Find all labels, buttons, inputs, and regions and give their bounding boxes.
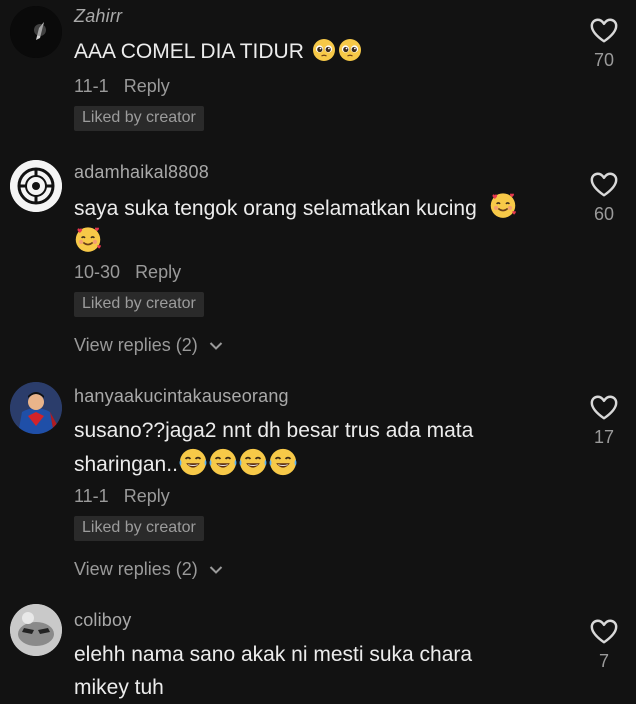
smiling-face-with-hearts-emoji	[74, 225, 102, 253]
avatar[interactable]	[10, 160, 62, 212]
liked-by-creator-badge: Liked by creator	[74, 106, 204, 131]
like-count: 60	[593, 204, 615, 224]
like-count: 7	[598, 651, 609, 671]
comment-text: elehh nama sano akak ni mesti suka chara…	[74, 638, 554, 704]
like-column: 7	[574, 617, 634, 672]
comment-text-body: saya suka tengok orang selamatkan kucing	[74, 197, 477, 220]
heart-icon[interactable]	[589, 170, 619, 200]
heart-icon[interactable]	[589, 16, 619, 46]
chevron-down-icon	[209, 342, 222, 351]
comment-text-line1: elehh nama sano akak ni mesti suka chara	[74, 643, 473, 666]
tears-of-joy-emoji	[178, 447, 208, 477]
liked-by-creator-badge: Liked by creator	[74, 516, 204, 541]
comment-date: 11-1	[74, 486, 109, 506]
like-column: 17	[574, 393, 634, 448]
comment-date: 11-1	[74, 76, 109, 96]
comment-text: susano??jaga2 nnt dh besar trus ada mata…	[74, 414, 554, 481]
smiling-face-with-hearts-emoji	[489, 191, 517, 219]
view-replies-label: View replies (2)	[74, 335, 198, 355]
pleading-face-emoji	[312, 38, 336, 62]
tears-of-joy-emoji	[238, 447, 268, 477]
avatar[interactable]	[10, 382, 62, 434]
like-count: 17	[593, 427, 615, 447]
username[interactable]: Zahirr	[74, 6, 122, 27]
avatar[interactable]	[10, 6, 62, 58]
username[interactable]: adamhaikal8808	[74, 162, 209, 183]
comment-text-line1: susano??jaga2 nnt dh besar trus ada mata	[74, 419, 474, 442]
username[interactable]: hanyaakucintakauseorang	[74, 386, 289, 407]
comment-meta: 10-30 Reply	[74, 262, 181, 283]
reply-button[interactable]: Reply	[124, 76, 170, 96]
comment-text-line2: mikey tuh	[74, 676, 164, 699]
tears-of-joy-emoji	[268, 447, 298, 477]
view-replies-label: View replies (2)	[74, 559, 198, 579]
reply-button[interactable]: Reply	[135, 262, 181, 282]
comment-text: AAA COMEL DIA TIDUR	[74, 35, 554, 68]
like-column: 70	[574, 16, 634, 71]
comment-text-line2: sharingan..	[74, 453, 178, 476]
comment-text-body: AAA COMEL DIA TIDUR	[74, 40, 304, 63]
avatar[interactable]	[10, 604, 62, 656]
liked-by-creator-badge: Liked by creator	[74, 292, 204, 317]
comment-meta: 11-1 Reply	[74, 76, 170, 97]
comment-date: 10-30	[74, 262, 121, 282]
pleading-face-emoji	[338, 38, 362, 62]
like-column: 60	[574, 170, 634, 225]
comment-meta: 11-1 Reply	[74, 486, 170, 507]
like-count: 70	[593, 50, 615, 70]
view-replies-button[interactable]: View replies (2)	[74, 335, 223, 356]
view-replies-button[interactable]: View replies (2)	[74, 559, 223, 580]
username[interactable]: coliboy	[74, 610, 131, 631]
heart-icon[interactable]	[589, 617, 619, 647]
chevron-down-icon	[209, 566, 222, 575]
reply-button[interactable]: Reply	[124, 486, 170, 506]
comment-text: saya suka tengok orang selamatkan kucing	[74, 191, 554, 259]
heart-icon[interactable]	[589, 393, 619, 423]
tears-of-joy-emoji	[208, 447, 238, 477]
